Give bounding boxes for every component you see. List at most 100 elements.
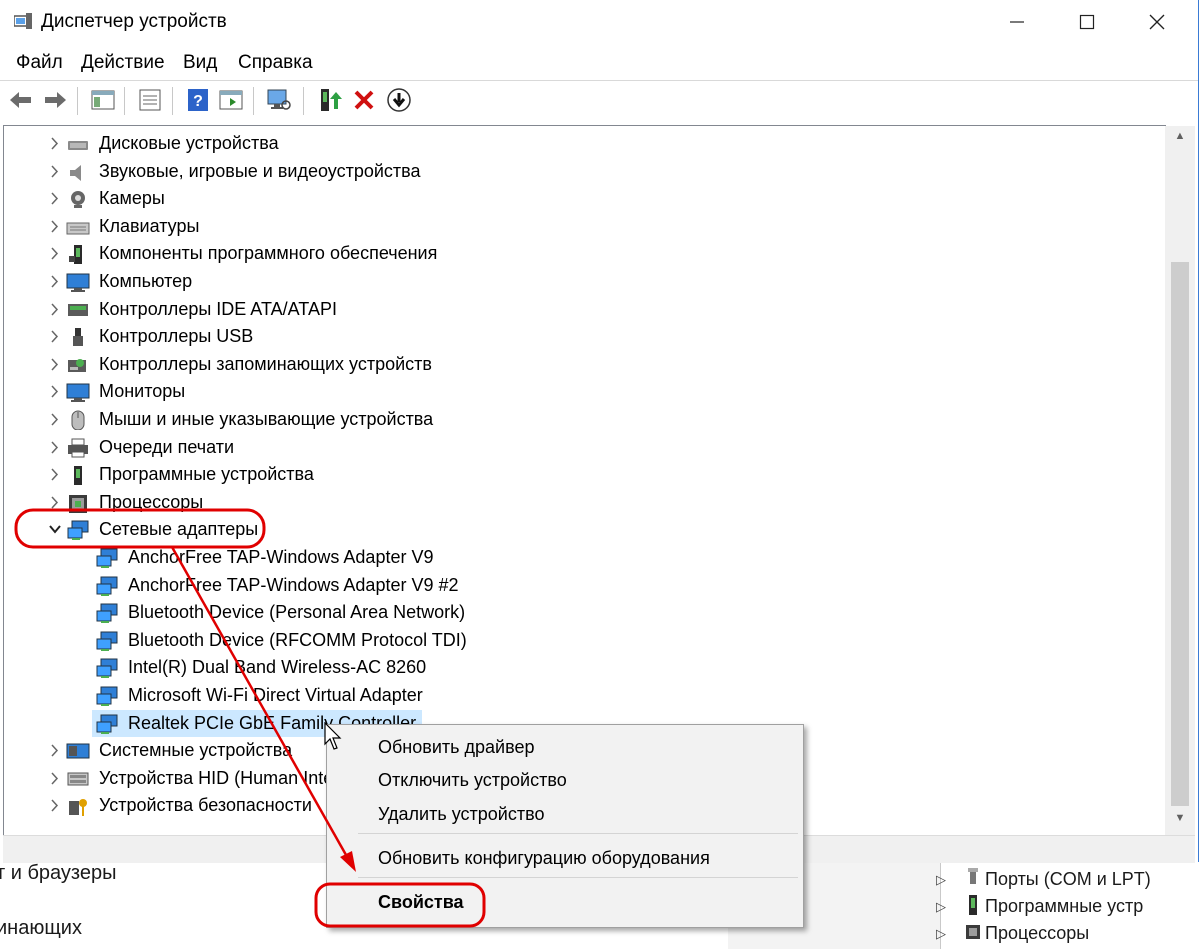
chevron-right-icon[interactable] — [47, 406, 63, 433]
chevron-right-icon[interactable] — [47, 461, 63, 488]
menu-file[interactable]: Файл — [16, 52, 63, 74]
scrollbar-thumb[interactable] — [1171, 262, 1189, 806]
software-device-icon — [74, 466, 82, 485]
properties-icon[interactable] — [137, 87, 163, 113]
uninstall-device-icon[interactable] — [351, 87, 377, 113]
tree-category[interactable]: Очереди печати — [51, 434, 235, 461]
tree-item-label: Intel(R) Dual Band Wireless-AC 8260 — [128, 657, 427, 677]
action-pane-icon[interactable] — [218, 87, 244, 113]
chevron-right-icon[interactable] — [47, 737, 63, 764]
tree-category[interactable]: Звуковые, игровые и видеоустройства — [51, 158, 421, 185]
chevron-right-icon: ▷ — [936, 872, 946, 887]
keyboard-icon — [66, 222, 90, 235]
tree-category[interactable]: Устройства HID (Human Inte — [51, 765, 333, 792]
update-driver-icon[interactable] — [316, 87, 342, 113]
vertical-scrollbar[interactable]: ▲ ▼ — [1165, 126, 1195, 835]
tree-category[interactable]: Программные устройства — [51, 461, 314, 488]
chevron-right-icon[interactable] — [47, 323, 63, 350]
console-tree-icon[interactable] — [90, 87, 116, 113]
tree-category[interactable]: Системные устройства — [51, 737, 292, 764]
chevron-right-icon[interactable] — [47, 792, 63, 819]
back-arrow-icon[interactable] — [8, 87, 34, 113]
tree-item-label: Дисковые устройства — [99, 133, 279, 153]
chevron-right-icon[interactable] — [47, 158, 63, 185]
tree-category[interactable]: Компьютер — [51, 268, 192, 295]
chevron-right-icon: ▷ — [936, 926, 946, 941]
tree-item-label: Компоненты программного обеспечения — [99, 243, 438, 263]
tree-item-label: AnchorFree TAP-Windows Adapter V9 #2 — [128, 575, 459, 595]
maximize-icon — [1079, 14, 1095, 30]
network-adapter-icon — [96, 603, 118, 623]
forward-arrow-icon[interactable] — [42, 87, 68, 113]
usb-icon — [73, 328, 83, 346]
computer-icon — [66, 273, 90, 292]
chevron-right-icon[interactable] — [47, 185, 63, 212]
toolbar-separator — [303, 87, 304, 115]
tree-category[interactable]: Контроллеры USB — [51, 323, 254, 350]
tree-category[interactable]: Мыши и иные указывающие устройства — [51, 406, 433, 433]
close-button[interactable] — [1122, 0, 1192, 44]
menu-item-properties[interactable]: Свойства — [378, 892, 464, 913]
tree-item-network-adapter[interactable]: AnchorFree TAP-Windows Adapter V9 #2 — [96, 572, 459, 599]
chevron-right-icon[interactable] — [47, 378, 63, 405]
tree-category[interactable]: Процессоры — [51, 489, 204, 516]
title-bar[interactable]: Диспетчер устройств — [0, 0, 1198, 44]
background-tree-item: ▷ Процессоры — [936, 920, 1089, 946]
tree-category-network-adapters[interactable]: Сетевые адаптеры — [49, 516, 259, 543]
tree-item-label: Процессоры — [99, 492, 204, 512]
network-adapter-icon — [96, 686, 118, 706]
network-adapter-icon — [96, 548, 118, 568]
chevron-right-icon[interactable] — [47, 296, 63, 323]
scan-hardware-icon[interactable] — [266, 87, 292, 113]
tree-category[interactable]: Камеры — [51, 185, 165, 212]
system-device-icon — [66, 743, 90, 759]
chevron-right-icon[interactable] — [47, 489, 63, 516]
tree-category[interactable]: Контроллеры IDE ATA/ATAPI — [51, 296, 337, 323]
speaker-icon — [70, 165, 81, 181]
monitor-icon — [66, 383, 90, 402]
chevron-right-icon[interactable] — [47, 130, 63, 157]
menu-item-update-driver[interactable]: Обновить драйвер — [378, 737, 534, 758]
chevron-down-icon[interactable] — [47, 516, 63, 543]
menu-item-scan-hardware[interactable]: Обновить конфигурацию оборудования — [378, 848, 710, 869]
menu-action[interactable]: Действие — [81, 52, 165, 74]
network-adapter-icon — [67, 520, 89, 540]
chevron-right-icon[interactable] — [47, 765, 63, 792]
chevron-right-icon[interactable] — [47, 213, 63, 240]
close-icon — [1149, 14, 1165, 30]
tree-item-label: Очереди печати — [99, 437, 235, 457]
tree-category[interactable]: Дисковые устройства — [51, 130, 279, 157]
tree-item-label: Сетевые адаптеры — [99, 519, 259, 539]
minimize-button[interactable] — [982, 0, 1052, 44]
tree-category[interactable]: Мониторы — [51, 378, 185, 405]
maximize-button[interactable] — [1052, 0, 1122, 44]
menu-item-uninstall-device[interactable]: Удалить устройство — [378, 804, 544, 825]
help-icon[interactable]: ? — [185, 87, 211, 113]
background-tree-item: ▷ Программные устр — [936, 893, 1143, 919]
scroll-up-icon[interactable]: ▲ — [1165, 130, 1195, 150]
chevron-right-icon[interactable] — [47, 434, 63, 461]
tree-category[interactable]: Компоненты программного обеспечения — [51, 240, 438, 267]
tree-item-label: Устройства безопасности — [99, 795, 312, 815]
tree-item-label: Контроллеры USB — [99, 326, 254, 346]
scroll-down-icon[interactable]: ▼ — [1165, 812, 1195, 832]
tree-item-network-adapter[interactable]: Intel(R) Dual Band Wireless-AC 8260 — [96, 654, 427, 681]
chevron-right-icon[interactable] — [47, 240, 63, 267]
tree-category[interactable]: Контроллеры запоминающих устройств — [51, 351, 432, 378]
menu-separator — [358, 833, 798, 834]
menu-view[interactable]: Вид — [183, 52, 217, 74]
menu-help[interactable]: Справка — [238, 52, 313, 74]
tree-category[interactable]: Клавиатуры — [51, 213, 199, 240]
processor-icon — [966, 925, 980, 939]
menu-item-disable-device[interactable]: Отключить устройство — [378, 770, 567, 791]
tree-category[interactable]: Устройства безопасности — [51, 792, 312, 819]
tree-item-network-adapter[interactable]: Microsoft Wi-Fi Direct Virtual Adapter — [96, 682, 423, 709]
tree-item-network-adapter[interactable]: Bluetooth Device (Personal Area Network) — [96, 599, 465, 626]
disable-device-icon[interactable] — [386, 87, 412, 113]
tree-item-label: Bluetooth Device (RFCOMM Protocol TDI) — [128, 630, 467, 650]
background-tree-item: ▷ Порты (COM и LPT) — [936, 866, 1151, 892]
chevron-right-icon[interactable] — [47, 268, 63, 295]
tree-item-network-adapter[interactable]: AnchorFree TAP-Windows Adapter V9 — [96, 544, 433, 571]
chevron-right-icon[interactable] — [47, 351, 63, 378]
tree-item-network-adapter[interactable]: Bluetooth Device (RFCOMM Protocol TDI) — [96, 627, 467, 654]
